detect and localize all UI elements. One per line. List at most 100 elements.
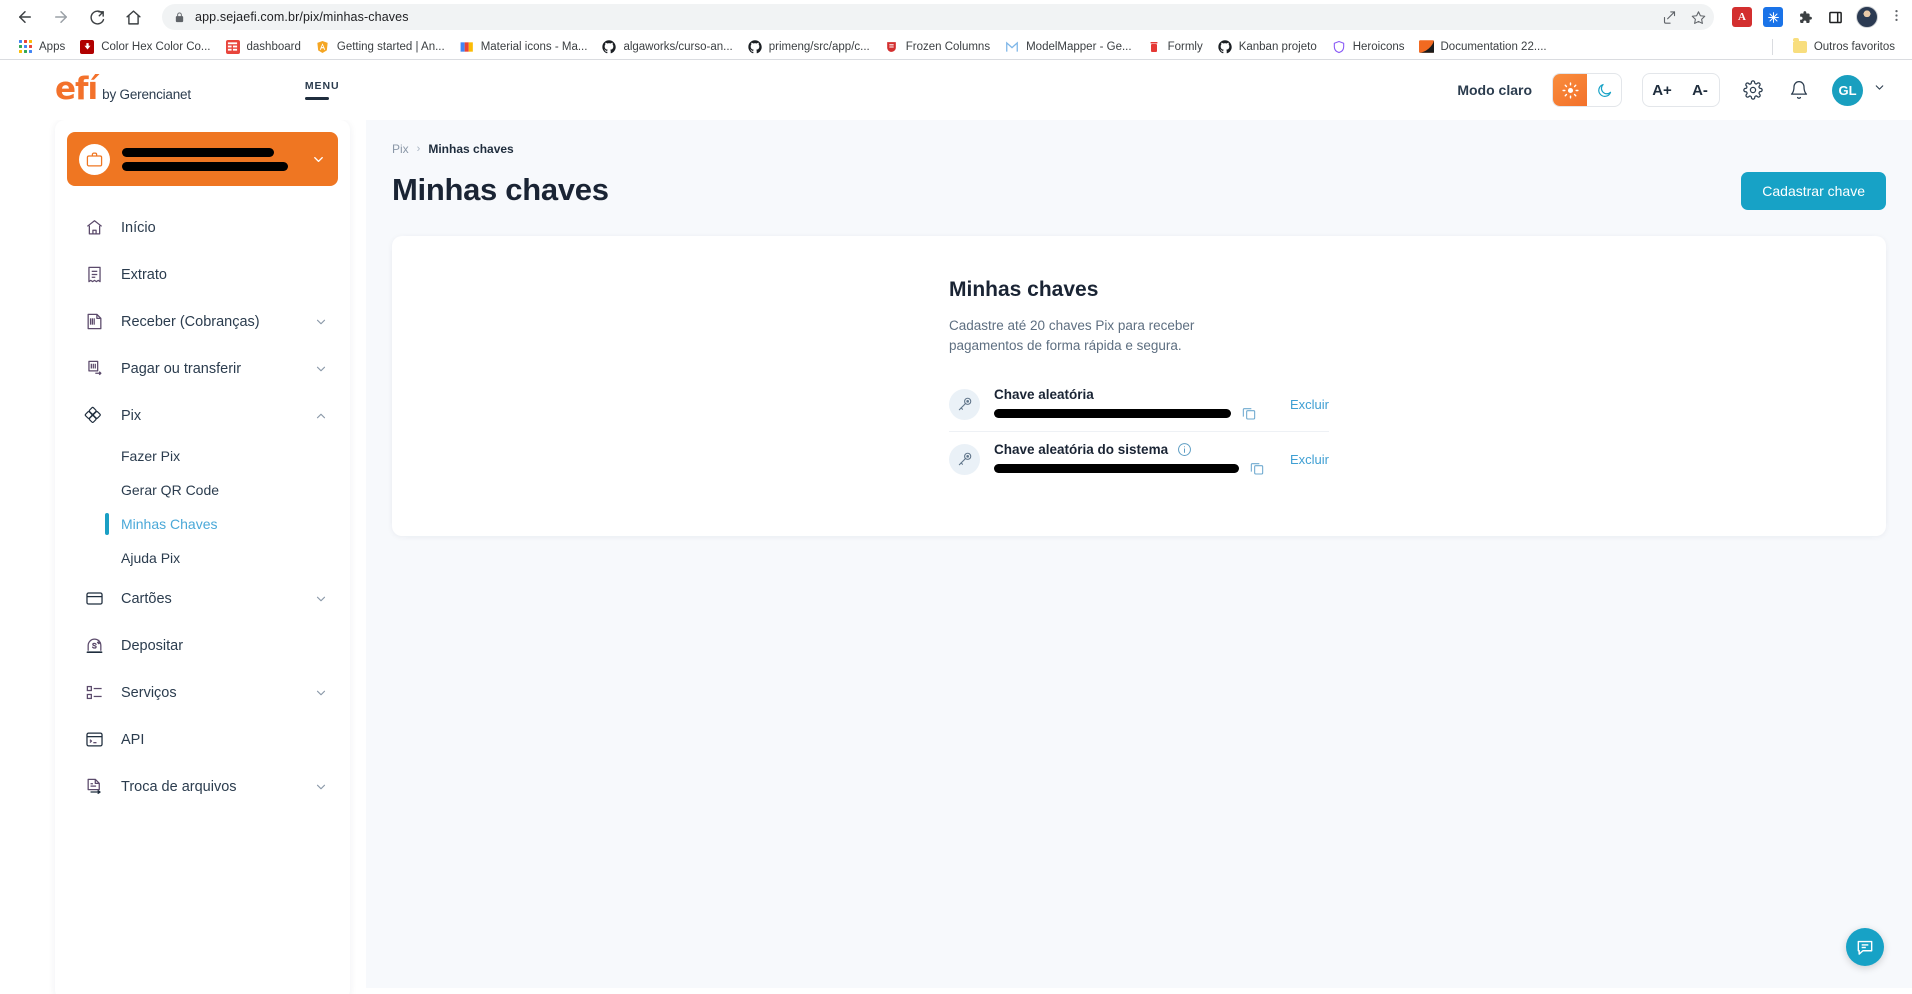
sidebar-item-label: Troca de arquivos	[121, 778, 237, 795]
other-bookmarks-label: Outros favoritos	[1813, 40, 1895, 53]
sun-icon[interactable]	[1553, 74, 1587, 106]
efi-logo[interactable]: efí by Gerencianet	[55, 71, 191, 108]
key-icon	[949, 388, 980, 420]
card-subtitle: Cadastre até 20 chaves Pix para receber …	[949, 318, 1195, 353]
bookmark-formly[interactable]: Formly	[1139, 37, 1210, 57]
sidepanel-icon[interactable]	[1825, 7, 1845, 27]
sidebar-item-pagar-ou-transferir[interactable]: Pagar ou transferir	[55, 345, 350, 392]
back-arrow-icon[interactable]	[8, 0, 42, 34]
excluir-link[interactable]: Excluir	[1284, 397, 1329, 412]
adobe-acrobat-icon[interactable]: A	[1732, 7, 1752, 27]
omnibox-actions	[1662, 10, 1706, 25]
bookmark-frozen-columns[interactable]: Frozen Columns	[877, 37, 997, 57]
sidebar-item-label: Extrato	[121, 266, 167, 283]
chevron-down-icon	[1873, 81, 1886, 99]
theme-toggle[interactable]	[1552, 73, 1622, 107]
profile-avatar[interactable]	[1856, 6, 1878, 28]
sidebar-item-api[interactable]: API	[55, 716, 350, 763]
sidebar-item-inicio[interactable]: Início	[55, 204, 350, 251]
deposit-icon	[83, 636, 105, 655]
sidebar-item-servicos[interactable]: Serviços	[55, 669, 350, 716]
sidebar-subitem-ajuda-pix[interactable]: Ajuda Pix	[55, 541, 350, 575]
bookmark-modelmapper[interactable]: ModelMapper - Ge...	[997, 37, 1138, 57]
sidebar-item-depositar[interactable]: Depositar	[55, 622, 350, 669]
heroicons-icon	[1331, 39, 1347, 55]
bookmarks-divider	[1771, 38, 1773, 55]
bell-icon[interactable]	[1786, 77, 1812, 103]
home-icon	[83, 218, 105, 237]
moon-icon[interactable]	[1587, 74, 1621, 106]
sidebar-item-troca-de-arquivos[interactable]: Troca de arquivos	[55, 763, 350, 810]
user-menu[interactable]: GL	[1832, 74, 1886, 106]
account-selector[interactable]	[67, 132, 338, 186]
logo-secondary: by Gerencianet	[102, 86, 191, 102]
sidebar-item-label: Pix	[121, 407, 142, 424]
chevron-down-icon	[311, 152, 326, 167]
bookmark-label: dashboard	[246, 40, 301, 53]
forward-arrow-icon[interactable]	[44, 0, 78, 34]
logo-primary: efí	[55, 71, 98, 108]
sidebar-subitem-fazer-pix[interactable]: Fazer Pix	[55, 439, 350, 473]
bookmark-material-icons[interactable]: Material icons - Ma...	[452, 37, 595, 57]
sidebar-item-label: Serviços	[121, 684, 177, 701]
excluir-link[interactable]: Excluir	[1284, 452, 1329, 467]
lock-icon	[174, 11, 185, 23]
breadcrumb-parent[interactable]: Pix	[392, 142, 409, 156]
material-icons-icon	[459, 39, 475, 55]
bookmark-label: Kanban projeto	[1238, 40, 1317, 53]
kebab-menu-icon[interactable]	[1889, 8, 1904, 27]
angular-shield-icon	[315, 39, 331, 55]
sidebar-subitem-gerar-qr-code[interactable]: Gerar QR Code	[55, 473, 350, 507]
copy-icon[interactable]	[1249, 460, 1265, 476]
home-icon[interactable]	[116, 0, 150, 34]
card-icon	[83, 589, 105, 608]
other-bookmarks[interactable]: Outros favoritos	[1785, 37, 1902, 57]
sidebar-item-label: Pagar ou transferir	[121, 360, 242, 377]
bookmark-kanban[interactable]: Kanban projeto	[1210, 37, 1324, 57]
font-decrease-button[interactable]: A-	[1681, 74, 1719, 106]
chevron-down-icon	[314, 780, 328, 794]
sidebar-item-receber[interactable]: Receber (Cobranças)	[55, 298, 350, 345]
services-icon	[83, 683, 105, 702]
keys-card: Minhas chaves Cadastre até 20 chaves Pix…	[392, 236, 1886, 536]
sidebar-nav: Início Extrato Receber (Cobranças) Pagar…	[55, 196, 350, 810]
bookmark-label: Heroicons	[1352, 40, 1405, 53]
font-size-controls[interactable]: A+ A-	[1642, 73, 1720, 107]
bookmark-star-icon[interactable]	[1691, 10, 1706, 25]
sidebar-item-label: API	[121, 731, 145, 748]
font-increase-button[interactable]: A+	[1643, 74, 1681, 106]
menu-toggle-button[interactable]: MENU	[304, 80, 340, 100]
gear-icon[interactable]	[1740, 77, 1766, 103]
chat-bubble-icon[interactable]	[1846, 928, 1884, 966]
puzzle-extensions-icon[interactable]	[1794, 7, 1814, 27]
key-label-line: Chave aleatória	[994, 387, 1270, 402]
copy-icon[interactable]	[1241, 405, 1257, 421]
sidebar-item-cartoes[interactable]: Cartões	[55, 575, 350, 622]
bookmark-heroicons[interactable]: Heroicons	[1324, 37, 1412, 57]
info-icon[interactable]	[1177, 442, 1192, 457]
share-icon[interactable]	[1662, 10, 1677, 25]
cadastrar-chave-button[interactable]: Cadastrar chave	[1741, 172, 1886, 210]
terminal-icon	[83, 730, 105, 749]
bookmark-algaworks[interactable]: algaworks/curso-an...	[594, 37, 739, 57]
bookmark-apps[interactable]: Apps	[10, 37, 72, 57]
bookmark-label: ModelMapper - Ge...	[1026, 40, 1132, 53]
bookmarks-bar: Apps Color Hex Color Co... dashboard Get	[0, 34, 1912, 60]
chevron-up-icon	[314, 409, 328, 423]
blue-snowflake-icon[interactable]	[1763, 7, 1783, 27]
bookmark-color-hex[interactable]: Color Hex Color Co...	[72, 37, 217, 57]
sidebar-item-label: Início	[121, 219, 156, 236]
sidebar-item-extrato[interactable]: Extrato	[55, 251, 350, 298]
bookmark-getting-started[interactable]: Getting started | An...	[308, 37, 452, 57]
bookmark-dashboard[interactable]: dashboard	[218, 37, 308, 57]
sidebar-subitem-label: Minhas Chaves	[121, 516, 218, 532]
address-bar[interactable]: app.sejaefi.com.br/pix/minhas-chaves	[162, 4, 1714, 30]
key-value-redacted	[994, 463, 1239, 473]
reload-icon[interactable]	[80, 0, 114, 34]
sidebar-subitem-minhas-chaves[interactable]: Minhas Chaves	[55, 507, 350, 541]
bookmark-primeng[interactable]: primeng/src/app/c...	[740, 37, 877, 57]
bookmark-label: Apps	[39, 40, 66, 53]
bookmark-documentation[interactable]: Documentation 22....	[1412, 37, 1554, 57]
sidebar-item-pix[interactable]: Pix	[55, 392, 350, 439]
bookmark-label: Formly	[1167, 40, 1203, 53]
